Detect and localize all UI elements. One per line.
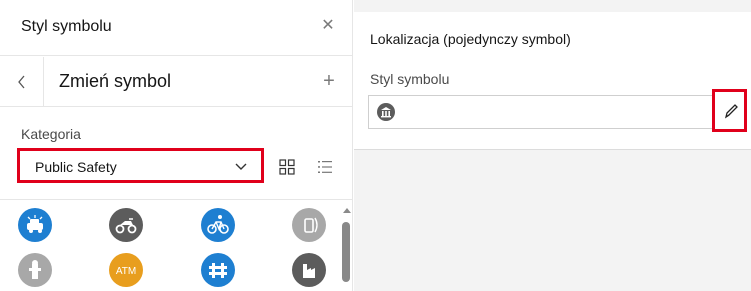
bank-symbol-icon [377, 103, 395, 121]
category-label: Kategoria [21, 126, 81, 142]
panel-header: Styl symbolu ✕ [0, 0, 353, 56]
police-car-symbol-icon[interactable] [18, 208, 52, 242]
building-symbol-icon[interactable] [292, 253, 326, 287]
atv-symbol-icon[interactable] [109, 208, 143, 242]
list-view-icon [318, 161, 332, 173]
change-symbol-title: Zmień symbol [59, 71, 172, 91]
svg-text:ATM: ATM [116, 266, 136, 277]
scroll-up-icon[interactable] [343, 208, 351, 213]
category-value: Public Safety [35, 159, 117, 175]
close-icon[interactable]: ✕ [318, 16, 338, 36]
scrollbar-thumb[interactable] [342, 222, 350, 282]
properties-panel: Lokalizacja (pojedynczy symbol) Styl sym… [354, 0, 751, 291]
location-card: Lokalizacja (pojedynczy symbol) Styl sym… [354, 12, 751, 150]
bicycle-patrol-symbol-icon[interactable] [201, 208, 235, 242]
barrier-symbol-icon[interactable] [201, 253, 235, 287]
symbol-style-field[interactable] [368, 95, 735, 129]
section-title: Lokalizacja (pojedynczy symbol) [370, 31, 571, 47]
grid-view-button[interactable] [272, 154, 302, 180]
symbol-style-label: Styl symbolu [370, 71, 450, 87]
edit-symbol-button[interactable] [712, 89, 747, 132]
change-symbol-header: Zmień symbol + [0, 57, 353, 107]
pencil-icon [724, 104, 738, 119]
chevron-left-icon [18, 75, 25, 89]
fire-hydrant-symbol-icon[interactable] [18, 253, 52, 287]
list-view-button[interactable] [310, 154, 340, 180]
call-box-symbol-icon[interactable] [292, 208, 326, 242]
back-button[interactable] [0, 57, 44, 107]
symbol-style-panel: Styl symbolu ✕ Zmień symbol + Kategoria … [0, 0, 353, 291]
category-dropdown[interactable]: Public Safety [17, 148, 264, 183]
symbol-gallery: ATM [0, 199, 353, 291]
panel-title: Styl symbolu [21, 18, 112, 35]
chevron-down-icon [235, 163, 247, 170]
plus-icon[interactable]: + [318, 69, 340, 93]
atm-symbol-icon[interactable]: ATM [109, 253, 143, 287]
grid-view-icon [279, 159, 295, 175]
